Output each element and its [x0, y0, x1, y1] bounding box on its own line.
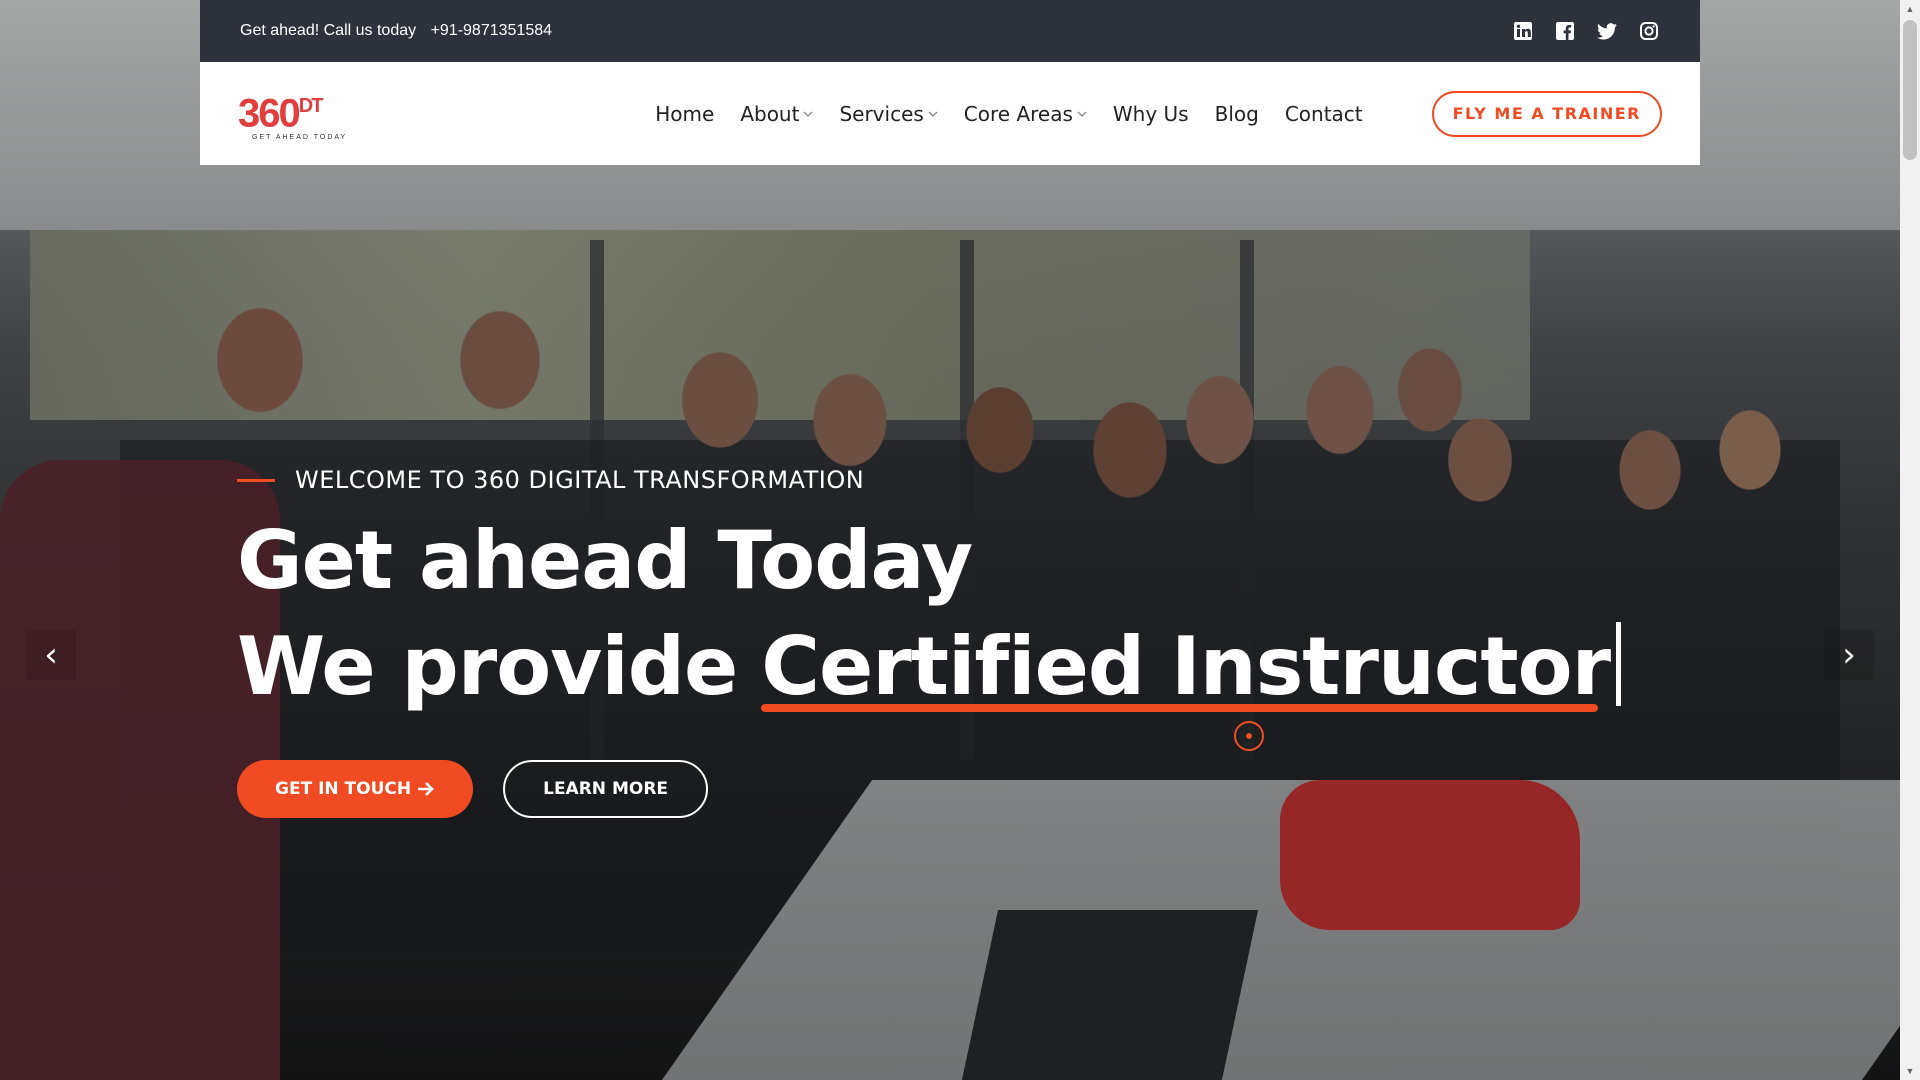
headline-prefix: We provide	[237, 620, 738, 713]
headline-typed-highlight: Certified Instructor	[761, 614, 1611, 720]
nav-label: Why Us	[1112, 101, 1189, 126]
welcome-text: WELCOME TO 360 DIGITAL TRANSFORMATION	[295, 466, 865, 494]
phone-link[interactable]: +91-9871351584	[431, 22, 552, 39]
headline-line-2: We provide Certified Instructor	[237, 614, 1622, 720]
arrow-right-icon	[418, 782, 434, 796]
nav-item-contact[interactable]: Contact	[1272, 102, 1376, 126]
chevron-down-icon	[1077, 111, 1087, 117]
scroll-down-icon[interactable]: ▼	[1900, 1062, 1920, 1080]
page-scrollbar[interactable]	[1900, 0, 1920, 1080]
contact-info: Get ahead! Call us today +91-9871351584	[240, 22, 562, 40]
hero-buttons: GET IN TOUCH LEARN MORE	[237, 760, 709, 818]
nav-label: Blog	[1214, 101, 1259, 126]
nav-item-why-us[interactable]: Why Us	[1100, 102, 1202, 126]
nav-item-blog[interactable]: Blog	[1202, 102, 1272, 126]
facebook-icon[interactable]	[1554, 20, 1576, 42]
social-links	[1512, 20, 1660, 42]
typing-cursor	[1616, 622, 1622, 706]
learn-more-button[interactable]: LEARN MORE	[503, 760, 709, 818]
hero-headline: Get ahead Today We provide Certified Ins…	[237, 508, 1622, 720]
logo-number: 360	[238, 91, 301, 136]
logo-suffix: DT	[298, 95, 324, 118]
call-text: Get ahead! Call us today	[240, 22, 417, 39]
nav-menu: Home About Services Core Areas Why Us Bl…	[642, 102, 1375, 126]
nav-label: Contact	[1284, 101, 1363, 126]
fly-me-a-trainer-button[interactable]: FLY ME A TRAINER	[1431, 90, 1662, 137]
slider-indicator-dot[interactable]	[1234, 721, 1264, 751]
chevron-down-icon	[928, 111, 938, 117]
scrollbar-thumb[interactable]	[1903, 20, 1917, 160]
welcome-accent-line	[237, 478, 275, 482]
nav-item-services[interactable]: Services	[826, 102, 950, 126]
twitter-icon[interactable]	[1596, 20, 1618, 42]
logo-tagline: GET AHEAD TODAY	[252, 133, 348, 141]
instagram-icon[interactable]	[1638, 20, 1660, 42]
chevron-down-icon	[803, 111, 813, 117]
top-info-bar: Get ahead! Call us today +91-9871351584	[200, 0, 1700, 62]
get-in-touch-label: GET IN TOUCH	[275, 779, 412, 799]
get-in-touch-button[interactable]: GET IN TOUCH	[237, 760, 474, 818]
hero-laptop	[961, 910, 1259, 1080]
logo-wordmark: 360DT	[238, 86, 358, 136]
headline-line-1: Get ahead Today	[237, 514, 973, 607]
hero-welcome: WELCOME TO 360 DIGITAL TRANSFORMATION	[237, 466, 864, 494]
slider-prev-arrow[interactable]: ‹	[26, 630, 76, 680]
hero-jacket	[1280, 780, 1580, 930]
site-logo[interactable]: 360DT GET AHEAD TODAY	[238, 84, 358, 144]
nav-item-about[interactable]: About	[727, 102, 826, 126]
scroll-up-icon[interactable]: ▲	[1900, 0, 1920, 18]
nav-item-core-areas[interactable]: Core Areas	[951, 102, 1100, 126]
slider-next-arrow[interactable]: ›	[1824, 630, 1874, 680]
nav-item-home[interactable]: Home	[642, 102, 727, 126]
nav-label: Home	[655, 101, 715, 126]
nav-label: About	[740, 101, 800, 126]
main-navbar: 360DT GET AHEAD TODAY Home About Service…	[200, 62, 1700, 165]
nav-label: Core Areas	[963, 101, 1073, 126]
nav-label: Services	[839, 101, 924, 126]
linkedin-icon[interactable]	[1512, 20, 1534, 42]
